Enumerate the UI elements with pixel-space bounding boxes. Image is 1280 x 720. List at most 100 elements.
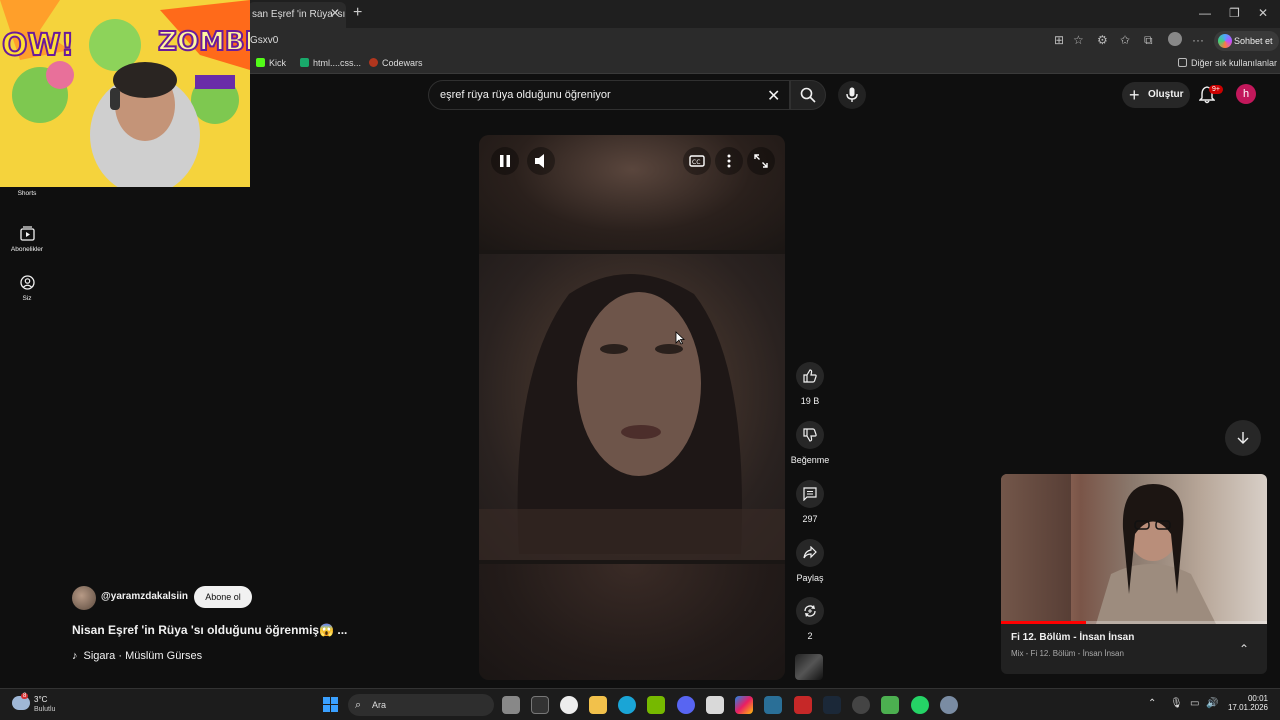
profile-icon[interactable] [1168, 32, 1182, 46]
more-options-button[interactable] [715, 147, 743, 175]
new-tab-icon[interactable]: + [353, 4, 362, 22]
discord-icon[interactable] [677, 696, 695, 714]
you-icon [19, 275, 35, 290]
taskbar-search[interactable]: ⌕ Ara [348, 694, 494, 716]
collections-icon[interactable]: ⧉ [1144, 33, 1153, 48]
pause-button[interactable] [491, 147, 519, 175]
window-close-icon[interactable]: ✕ [1258, 6, 1268, 20]
create-label: Oluştur [1148, 89, 1184, 100]
whatsapp-icon[interactable] [911, 696, 929, 714]
like-button[interactable]: 19 B [790, 362, 830, 406]
bookmark-kick[interactable]: Kick [256, 58, 286, 68]
captions-icon: CC [689, 155, 705, 167]
miniplayer-subtitle: Mix - Fi 12. Bölüm - İnsan İnsan [1011, 649, 1124, 658]
like-count: 19 B [800, 396, 820, 406]
windows-taskbar: 8 3°C Bulutlu ⌕ Ara ⌃ 🎙 ▭ 🔊 00:01 17.01.… [0, 688, 1280, 720]
search-query: eşref rüya rüya olduğunu öğreniyor [440, 89, 611, 101]
music-note-icon: ♪ [72, 650, 78, 662]
taskbar-search-placeholder: Ara [372, 700, 387, 710]
voice-search-button[interactable] [838, 81, 866, 109]
fullscreen-button[interactable] [747, 147, 775, 175]
audio-source-thumbnail[interactable] [795, 654, 823, 680]
bookmark-html-css[interactable]: html....css... [300, 58, 361, 68]
music-label: Sigara · Müslüm Gürses [83, 650, 203, 662]
more-menu-icon[interactable]: ··· [1192, 33, 1204, 47]
snipping-tool-icon[interactable] [706, 696, 724, 714]
favorites-icon[interactable]: ✩ [1120, 33, 1130, 47]
miniplayer-title[interactable]: Fi 12. Bölüm - İnsan İnsan [1011, 632, 1134, 643]
search-input[interactable]: eşref rüya rüya olduğunu öğreniyor ✕ [428, 80, 790, 110]
chatgpt-icon[interactable] [560, 696, 578, 714]
clock-time: 00:01 [1247, 694, 1268, 703]
windows-start-icon[interactable] [323, 697, 338, 712]
url-field[interactable]: Gsxv0 [250, 35, 278, 46]
copilot-icon [1218, 34, 1232, 48]
svg-text:OW!: OW! [2, 28, 74, 63]
create-button[interactable]: + Oluştur [1122, 82, 1190, 108]
close-icon[interactable]: ✕ [330, 6, 340, 20]
settings-gear-icon[interactable] [940, 696, 958, 714]
bookmark-codewars[interactable]: Codewars [369, 58, 423, 68]
miniplayer-progress-fill [1001, 621, 1087, 624]
next-video-button[interactable] [1225, 420, 1261, 456]
shorts-video-player[interactable]: CC [479, 135, 785, 680]
volume-tray-icon[interactable]: 🔊 [1206, 698, 1218, 709]
remix-button[interactable]: 2 [790, 597, 830, 641]
system-clock[interactable]: 00:01 17.01.2026 [1222, 694, 1268, 712]
search-button[interactable] [790, 80, 826, 110]
file-explorer-icon[interactable] [589, 696, 607, 714]
thumbs-down-icon [803, 428, 817, 442]
subscribe-button[interactable]: Abone ol [194, 586, 252, 608]
clear-search-icon[interactable]: ✕ [767, 86, 780, 106]
svg-text:CC: CC [692, 159, 700, 166]
restore-icon[interactable]: ❐ [1229, 6, 1240, 20]
miniplayer[interactable]: Fi 12. Bölüm - İnsan İnsan Mix - Fi 12. … [1001, 474, 1267, 674]
account-avatar[interactable]: h [1236, 84, 1256, 104]
edge-browser-icon[interactable] [618, 696, 636, 714]
sidebar-item-you[interactable]: Siz [0, 275, 54, 302]
comments-button[interactable]: 297 [790, 480, 830, 524]
widgets-icon[interactable] [531, 696, 549, 714]
dislike-button[interactable]: Beğenme [790, 421, 830, 465]
game-app-icon[interactable] [881, 696, 899, 714]
extensions-icon[interactable]: ⚙ [1097, 33, 1108, 47]
sidebar-item-label: Abonelikler [10, 246, 44, 253]
obs-icon[interactable] [852, 696, 870, 714]
task-view-icon[interactable] [502, 696, 520, 714]
expand-icon [754, 154, 768, 168]
display-icon[interactable]: ▭ [1190, 698, 1199, 709]
sidebar-item-shorts[interactable]: Shorts [0, 190, 54, 197]
webcam-overlay: OW! ZOMBIE! [0, 0, 250, 187]
share-button[interactable]: Paylaş [790, 539, 830, 583]
video-frame-main [479, 254, 785, 560]
subscriptions-icon [19, 226, 35, 241]
favorite-star-icon[interactable]: ☆ [1073, 33, 1084, 47]
miniplayer-video[interactable] [1001, 474, 1267, 624]
show-hidden-icons-icon[interactable]: ⌃ [1148, 698, 1156, 709]
captions-button[interactable]: CC [683, 147, 711, 175]
volume-button[interactable] [527, 147, 555, 175]
dislike-label: Beğenme [790, 455, 830, 465]
sidebar-item-subscriptions[interactable]: Abonelikler [0, 226, 54, 253]
chevron-up-icon[interactable]: ⌃ [1239, 642, 1249, 656]
vpn-app-icon[interactable] [764, 696, 782, 714]
steam-icon[interactable] [823, 696, 841, 714]
minimize-icon[interactable]: — [1199, 6, 1211, 20]
other-bookmarks[interactable]: Diğer sık kullanılanlar [1178, 58, 1277, 68]
miniplayer-scene-image [1001, 474, 1216, 624]
channel-name[interactable]: @yaramzdakalsiin [101, 591, 188, 602]
pause-icon [500, 155, 510, 167]
microphone-tray-icon[interactable]: 🎙 [1170, 698, 1183, 709]
nvidia-icon[interactable] [647, 696, 665, 714]
video-face-image [479, 274, 785, 560]
more-vertical-icon [727, 154, 731, 168]
red-app-icon[interactable] [794, 696, 812, 714]
music-link[interactable]: ♪ Sigara · Müslüm Gürses [72, 650, 202, 662]
app-available-icon[interactable]: ⊞ [1054, 33, 1064, 47]
copilot-app-icon[interactable] [735, 696, 753, 714]
search-icon [800, 87, 816, 103]
video-title[interactable]: Nisan Eşref 'in Rüya 'sı olduğunu öğrenm… [72, 623, 347, 637]
copilot-chat-button[interactable]: Sohbet et [1214, 31, 1279, 51]
channel-avatar[interactable] [72, 586, 96, 610]
sidebar-item-label: Siz [22, 295, 32, 302]
